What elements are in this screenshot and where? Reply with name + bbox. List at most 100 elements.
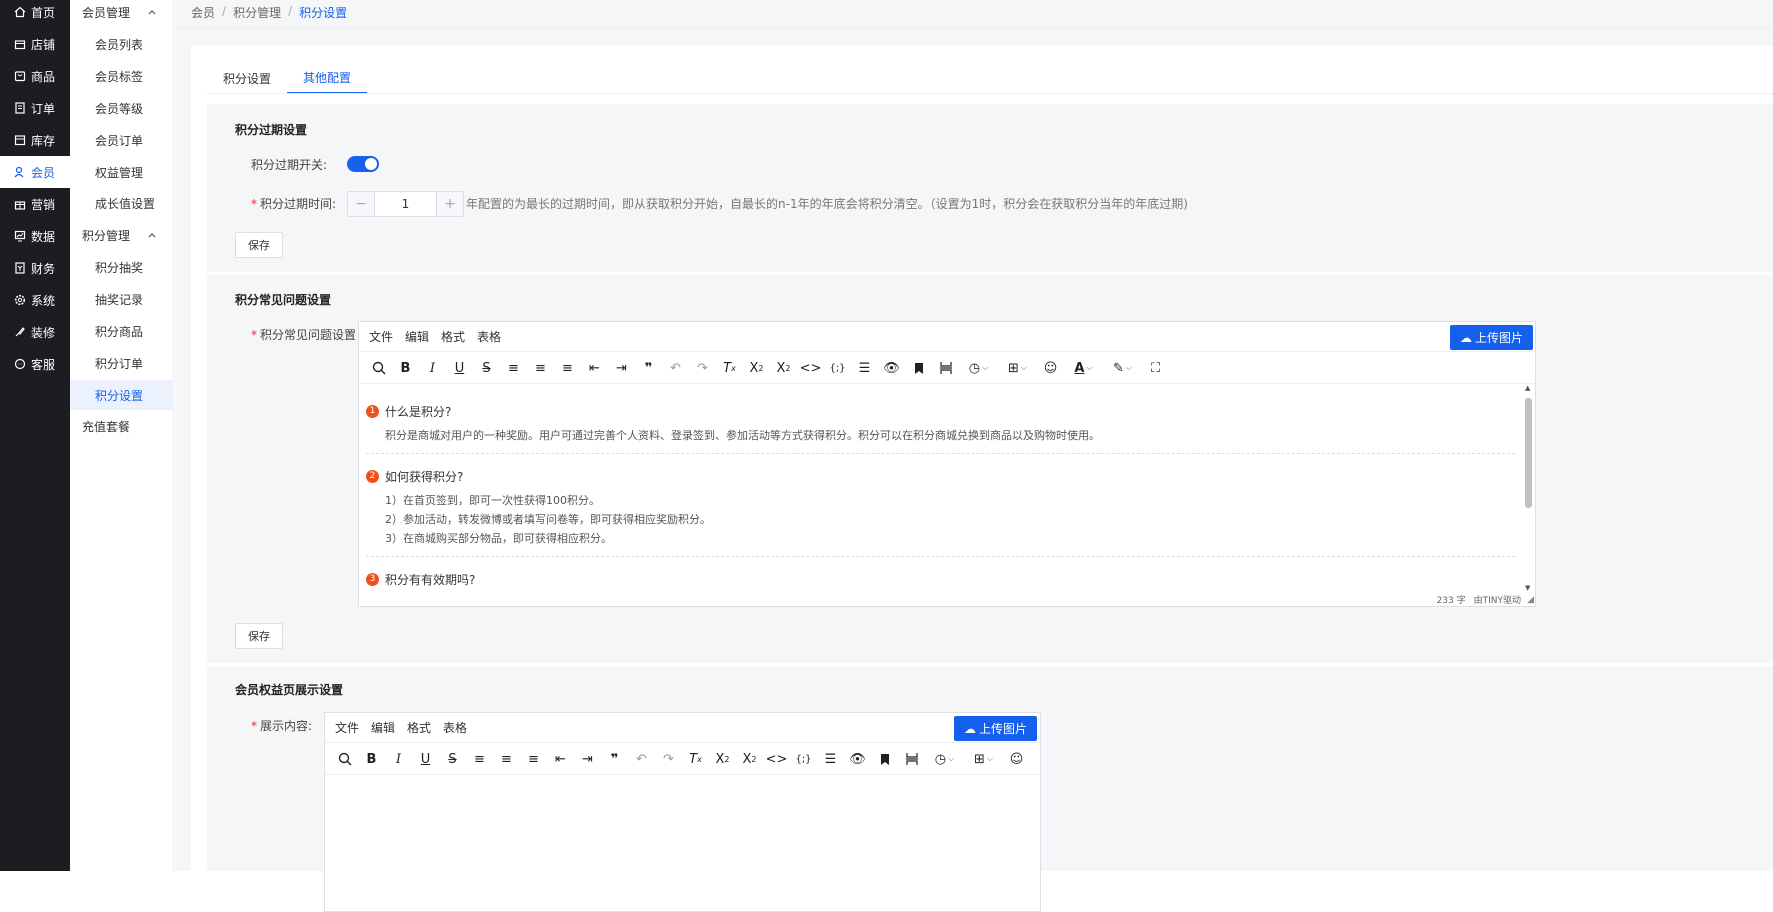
sub-item-lottery-records[interactable]: 抽奖记录 xyxy=(70,284,174,314)
bookmark-icon[interactable] xyxy=(871,747,898,771)
redo-icon[interactable]: ↷ xyxy=(689,356,716,380)
strikethrough-icon[interactable]: S xyxy=(439,747,466,771)
save-button[interactable]: 保存 xyxy=(235,623,283,649)
menu-edit[interactable]: 编辑 xyxy=(405,328,429,345)
align-left-icon[interactable]: ≡ xyxy=(466,747,493,771)
nav-service[interactable]: 客服 xyxy=(0,348,70,380)
code-block-icon[interactable]: {;} xyxy=(824,356,851,380)
save-button[interactable]: 保存 xyxy=(235,232,283,258)
submenu-recharge[interactable]: 充值套餐 xyxy=(70,411,174,441)
menu-table[interactable]: 表格 xyxy=(477,328,501,345)
menu-table[interactable]: 表格 xyxy=(443,719,467,736)
undo-icon[interactable]: ↶ xyxy=(628,747,655,771)
clear-format-icon[interactable]: Tx xyxy=(682,747,709,771)
align-left-icon[interactable]: ≡ xyxy=(500,356,527,380)
bold-icon[interactable]: B xyxy=(358,747,385,771)
breadcrumb-item[interactable]: 会员 xyxy=(191,4,215,21)
align-center-icon[interactable]: ≡ xyxy=(527,356,554,380)
align-center-icon[interactable]: ≡ xyxy=(493,747,520,771)
sub-item-lottery[interactable]: 积分抽奖 xyxy=(70,252,174,282)
numbered-list-icon[interactable]: ☰ xyxy=(817,747,844,771)
underline-icon[interactable]: U xyxy=(446,356,473,380)
menu-format[interactable]: 格式 xyxy=(407,719,431,736)
menu-file[interactable]: 文件 xyxy=(335,719,359,736)
nav-order[interactable]: 订单 xyxy=(0,92,70,124)
outdent-icon[interactable]: ⇤ xyxy=(581,356,608,380)
sub-item-rights[interactable]: 权益管理 xyxy=(70,157,174,187)
submenu-group-points[interactable]: 积分管理 xyxy=(70,220,174,250)
nav-data[interactable]: 数据 xyxy=(0,220,70,252)
fullscreen-icon[interactable]: ⛶ xyxy=(1142,356,1169,380)
nav-marketing[interactable]: 营销 xyxy=(0,188,70,220)
sub-item-points-settings[interactable]: 积分设置 xyxy=(70,380,174,410)
preview-eye-icon[interactable]: 👁 xyxy=(844,747,871,771)
nav-goods[interactable]: 商品 xyxy=(0,60,70,92)
blockquote-icon[interactable]: ❞ xyxy=(635,356,662,380)
breadcrumb-item[interactable]: 积分管理 xyxy=(233,4,281,21)
emoji-icon[interactable]: ☺ xyxy=(1037,356,1064,380)
powered-by[interactable]: 由TINY驱动 xyxy=(1474,593,1521,606)
editor-scrollbar[interactable]: ▲ ▼ xyxy=(1523,384,1535,592)
menu-format[interactable]: 格式 xyxy=(441,328,465,345)
nav-member[interactable]: 会员 xyxy=(0,156,70,188)
menu-edit[interactable]: 编辑 xyxy=(371,719,395,736)
datetime-clock-icon[interactable]: ◷ ⌵ xyxy=(959,356,998,380)
scroll-down-icon[interactable]: ▼ xyxy=(1525,584,1530,592)
preview-eye-icon[interactable]: 👁 xyxy=(878,356,905,380)
bookmark-icon[interactable] xyxy=(905,356,932,380)
outdent-icon[interactable]: ⇤ xyxy=(547,747,574,771)
undo-icon[interactable]: ↶ xyxy=(662,356,689,380)
upload-image-button[interactable]: ☁ 上传图片 xyxy=(953,716,1037,741)
nav-system[interactable]: 系统 xyxy=(0,284,70,316)
italic-icon[interactable]: I xyxy=(419,356,446,380)
text-color-icon[interactable]: A ⌵ xyxy=(1064,356,1103,380)
highlight-color-icon[interactable]: ✎ ⌵ xyxy=(1103,356,1142,380)
bold-icon[interactable]: B xyxy=(392,356,419,380)
page-break-icon[interactable] xyxy=(898,747,925,771)
scrollbar-thumb[interactable] xyxy=(1525,398,1532,508)
decrement-button[interactable]: − xyxy=(348,192,374,216)
search-icon[interactable] xyxy=(331,747,358,771)
subscript-icon[interactable]: X2 xyxy=(709,747,736,771)
nav-shop[interactable]: 店铺 xyxy=(0,28,70,60)
italic-icon[interactable]: I xyxy=(385,747,412,771)
expiry-value-input[interactable]: 1 xyxy=(374,192,437,216)
sub-item-member-list[interactable]: 会员列表 xyxy=(70,29,174,59)
strikethrough-icon[interactable]: S xyxy=(473,356,500,380)
emoji-icon[interactable]: ☺ xyxy=(1003,747,1030,771)
table-icon[interactable]: ⊞ ⌵ xyxy=(998,356,1037,380)
redo-icon[interactable]: ↷ xyxy=(655,747,682,771)
align-right-icon[interactable]: ≡ xyxy=(554,356,581,380)
editor-content[interactable]: 1 什么是积分? 积分是商城对用户的一种奖励。用户可通过完善个人资料、登录签到、参… xyxy=(359,384,1523,592)
align-right-icon[interactable]: ≡ xyxy=(520,747,547,771)
datetime-clock-icon[interactable]: ◷ ⌵ xyxy=(925,747,964,771)
resize-handle-icon[interactable]: ◢ xyxy=(1527,595,1534,605)
nav-stock[interactable]: 库存 xyxy=(0,124,70,156)
sub-item-points-goods[interactable]: 积分商品 xyxy=(70,316,174,346)
sub-item-member-orders[interactable]: 会员订单 xyxy=(70,125,174,155)
underline-icon[interactable]: U xyxy=(412,747,439,771)
expiry-toggle[interactable] xyxy=(347,156,379,172)
nav-finance[interactable]: 财务 xyxy=(0,252,70,284)
indent-icon[interactable]: ⇥ xyxy=(608,356,635,380)
clear-format-icon[interactable]: Tx xyxy=(716,356,743,380)
superscript-icon[interactable]: X2 xyxy=(736,747,763,771)
scroll-up-icon[interactable]: ▲ xyxy=(1525,384,1530,392)
upload-image-button[interactable]: ☁ 上传图片 xyxy=(1449,325,1533,350)
blockquote-icon[interactable]: ❞ xyxy=(601,747,628,771)
table-icon[interactable]: ⊞ ⌵ xyxy=(964,747,1003,771)
code-icon[interactable]: <> xyxy=(763,747,790,771)
nav-home[interactable]: 首页 xyxy=(0,0,70,28)
search-icon[interactable] xyxy=(365,356,392,380)
code-icon[interactable]: <> xyxy=(797,356,824,380)
sub-item-points-orders[interactable]: 积分订单 xyxy=(70,348,174,378)
increment-button[interactable]: + xyxy=(437,192,463,216)
page-break-icon[interactable] xyxy=(932,356,959,380)
code-block-icon[interactable]: {;} xyxy=(790,747,817,771)
numbered-list-icon[interactable]: ☰ xyxy=(851,356,878,380)
sub-item-member-levels[interactable]: 会员等级 xyxy=(70,93,174,123)
tab-points-settings[interactable]: 积分设置 xyxy=(207,62,287,94)
indent-icon[interactable]: ⇥ xyxy=(574,747,601,771)
superscript-icon[interactable]: X2 xyxy=(770,356,797,380)
sub-item-growth[interactable]: 成长值设置 xyxy=(70,188,174,218)
